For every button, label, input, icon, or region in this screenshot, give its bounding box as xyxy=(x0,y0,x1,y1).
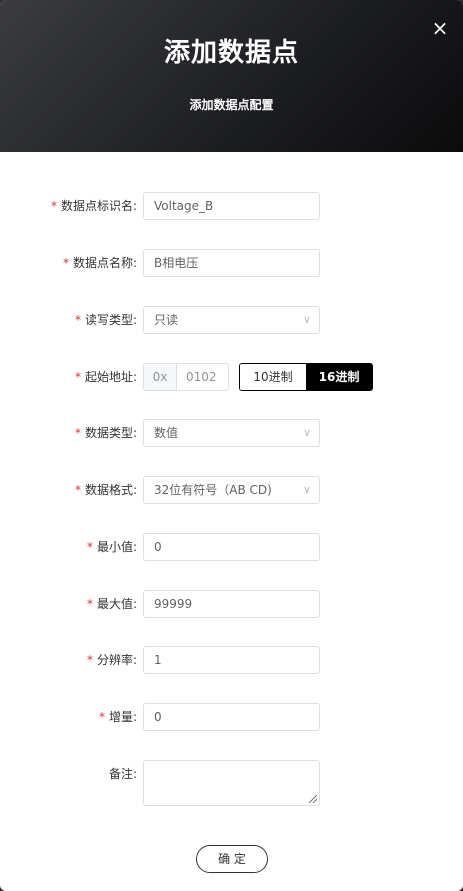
min-value-input[interactable]: 0 xyxy=(143,533,320,561)
add-data-point-dialog: 添加数据点 添加数据点配置 × * 数据点标识名: Voltage_B * 数据点名… xyxy=(0,0,463,891)
increment-label: * 增量: xyxy=(98,710,137,724)
remark-textarea[interactable] xyxy=(143,760,320,806)
identifier-row: * 数据点标识名: Voltage_B xyxy=(0,192,463,220)
start-address-input[interactable]: 0102 xyxy=(176,363,229,391)
data-type-row: * 数据类型: 数值 ∨ xyxy=(0,419,463,447)
name-label: * 数据点名称: xyxy=(62,256,137,270)
resolution-row: * 分辨率: 1 xyxy=(0,646,463,674)
increment-row: * 增量: 0 xyxy=(0,703,463,731)
hex-prefix: 0x xyxy=(143,363,177,391)
dialog-title: 添加数据点 xyxy=(163,38,299,68)
dialog-header: 添加数据点 添加数据点配置 × xyxy=(0,0,463,152)
required-mark: * xyxy=(86,597,93,611)
start-address-label: * 起始地址: xyxy=(74,370,137,384)
name-input[interactable]: B相电压 xyxy=(143,249,320,277)
required-mark: * xyxy=(74,313,81,327)
data-type-label: * 数据类型: xyxy=(74,426,137,440)
radix-option-hex[interactable]: 16进制 xyxy=(306,364,372,390)
max-value-row: * 最大值: 99999 xyxy=(0,590,463,618)
required-mark: * xyxy=(50,199,57,213)
start-address-row: * 起始地址: 0x 0102 10进制 16进制 xyxy=(0,363,463,391)
resolution-label: * 分辨率: xyxy=(86,653,137,667)
max-value-input[interactable]: 99999 xyxy=(143,590,320,618)
min-value-label: * 最小值: xyxy=(86,540,137,554)
identifier-label: * 数据点标识名: xyxy=(50,199,137,213)
data-type-value: 数值 xyxy=(154,426,179,440)
required-mark: * xyxy=(98,710,105,724)
data-format-value: 32位有符号（AB CD) xyxy=(154,483,272,497)
rw-type-select[interactable]: 只读 ∨ xyxy=(143,306,320,334)
identifier-input[interactable]: Voltage_B xyxy=(143,192,320,220)
min-value-row: * 最小值: 0 xyxy=(0,533,463,561)
required-mark: * xyxy=(86,653,93,667)
dialog-subtitle: 添加数据点配置 xyxy=(189,98,274,112)
rw-type-value: 只读 xyxy=(154,313,179,327)
close-icon[interactable]: × xyxy=(428,16,452,40)
increment-input[interactable]: 0 xyxy=(143,703,320,731)
rw-type-label: * 读写类型: xyxy=(74,313,137,327)
required-mark: * xyxy=(74,426,81,440)
name-row: * 数据点名称: B相电压 xyxy=(0,249,463,277)
required-mark: * xyxy=(74,370,81,384)
confirm-button[interactable]: 确 定 xyxy=(196,845,268,873)
max-value-label: * 最大值: xyxy=(86,597,137,611)
data-type-select[interactable]: 数值 ∨ xyxy=(143,419,320,447)
data-format-row: * 数据格式: 32位有符号（AB CD) ∨ xyxy=(0,476,463,504)
radix-option-decimal[interactable]: 10进制 xyxy=(240,364,306,390)
chevron-down-icon: ∨ xyxy=(302,313,311,326)
required-mark: * xyxy=(62,256,69,270)
chevron-down-icon: ∨ xyxy=(302,426,311,439)
rw-type-row: * 读写类型: 只读 ∨ xyxy=(0,306,463,334)
required-mark: * xyxy=(74,483,81,497)
data-format-label: * 数据格式: xyxy=(74,483,137,497)
data-format-select[interactable]: 32位有符号（AB CD) ∨ xyxy=(143,476,320,504)
resize-grip-icon[interactable] xyxy=(309,795,317,803)
required-mark: * xyxy=(86,540,93,554)
chevron-down-icon: ∨ xyxy=(302,483,311,496)
radix-toggle: 10进制 16进制 xyxy=(239,363,373,391)
remark-row: 备注: xyxy=(0,760,463,806)
remark-label: 备注: xyxy=(108,767,137,781)
resolution-input[interactable]: 1 xyxy=(143,646,320,674)
